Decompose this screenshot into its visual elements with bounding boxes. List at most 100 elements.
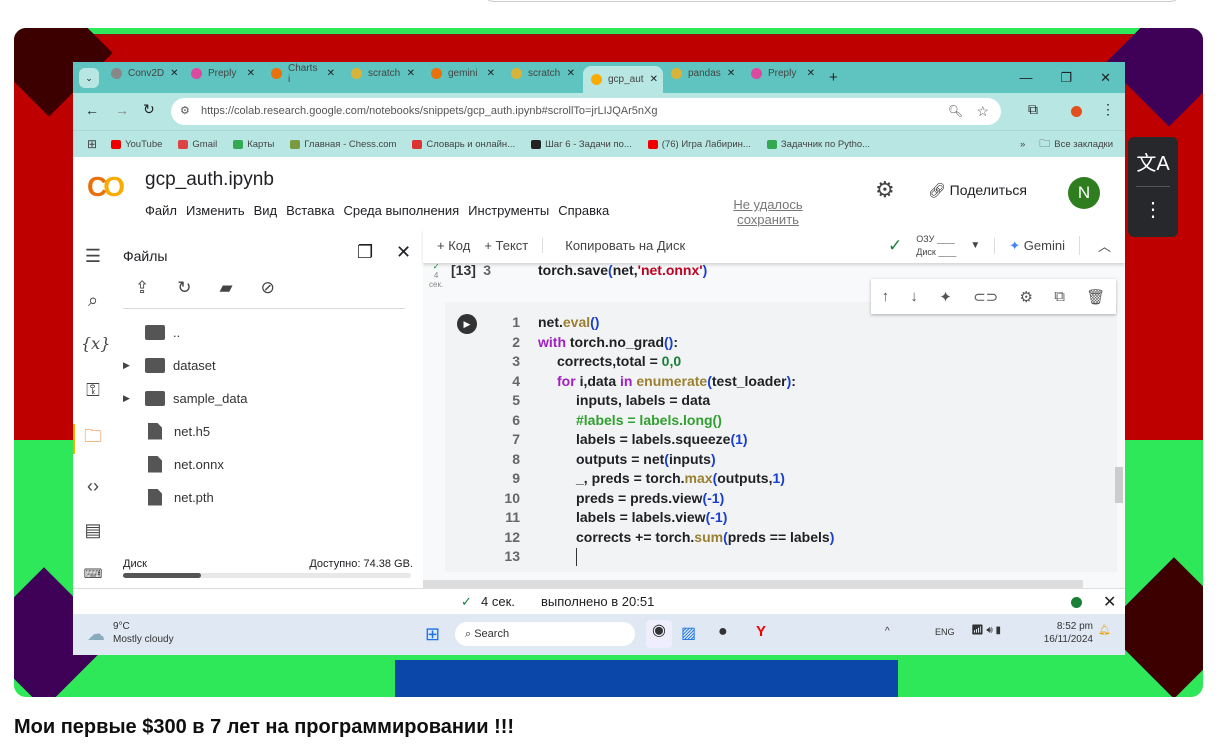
gemini-sparkle-icon[interactable]: ✦ [939, 288, 952, 306]
start-icon[interactable]: ⊞ [425, 624, 440, 645]
avatar[interactable]: N [1068, 177, 1100, 209]
open-window-icon[interactable]: ❐ [357, 242, 373, 263]
bookmark-item[interactable]: Задачник по Pytho... [766, 139, 870, 150]
move-up-icon[interactable]: ↑ [882, 288, 890, 305]
browser-tab[interactable]: Preply ✕ [183, 62, 263, 86]
browser-tab[interactable]: gcp_aut ✕ [583, 65, 663, 94]
delete-icon[interactable]: 🗑︎ [1086, 288, 1105, 306]
toc-icon[interactable]: ☰ [81, 246, 105, 267]
close-panel-icon[interactable]: ✕ [396, 242, 411, 263]
bookmark-star-icon[interactable]: ☆ [976, 98, 989, 125]
language-indicator[interactable]: ENG [935, 627, 955, 637]
code-cell[interactable]: ▶ 1 net.eval() 2 with torch.no_grad(): 3 corr… [445, 302, 1117, 572]
folder-item[interactable]: .. [123, 322, 180, 342]
refresh-icon[interactable]: ↻ [177, 278, 191, 298]
profile-icon[interactable] [1071, 106, 1082, 117]
upload-icon[interactable]: ⇪ [135, 278, 149, 298]
share-button[interactable]: 🔗︎ Поделиться [928, 182, 1027, 199]
tab-close-icon[interactable]: ✕ [650, 74, 658, 85]
folder-item[interactable]: ▶ sample_data [123, 388, 247, 408]
tab-close-icon[interactable]: ✕ [807, 68, 815, 79]
taskbar-search[interactable]: ⌕ Search [455, 622, 635, 646]
forward-icon[interactable]: → [115, 102, 129, 118]
file-item[interactable]: net.h5 [123, 421, 210, 441]
folder-item[interactable]: ▶ dataset [123, 355, 216, 375]
move-down-icon[interactable]: ↓ [910, 288, 918, 305]
browser-tab[interactable]: pandas ✕ [663, 62, 743, 86]
browser-tab[interactable]: Charts i ✕ [263, 62, 343, 86]
add-text-button[interactable]: + Текст [484, 238, 528, 253]
bookmark-item[interactable]: (76) Игра Лабирин... [647, 139, 751, 150]
tray-chevron-icon[interactable]: ^ [885, 626, 890, 637]
clock-date[interactable]: 16/11/2024 [1039, 634, 1093, 645]
horizontal-scrollbar[interactable] [423, 580, 1083, 588]
command-palette-icon[interactable]: ▤ [81, 520, 105, 541]
mirror-cell-icon[interactable]: ⧉ [1054, 288, 1065, 305]
terminal-icon[interactable]: ⌨ [81, 566, 105, 582]
translate-icon[interactable]: 文A [1128, 147, 1178, 176]
hide-files-icon[interactable]: ⊘ [261, 278, 275, 298]
site-settings-icon[interactable]: ⚙ [180, 98, 190, 125]
cell-settings-icon[interactable]: ⚙ [1019, 288, 1032, 306]
variables-icon[interactable]: {x} [81, 334, 110, 353]
settings-gear-icon[interactable]: ⚙ [875, 177, 895, 203]
browser-tab[interactable]: Conv2D ✕ [103, 62, 183, 86]
bookmark-item[interactable]: Словарь и онлайн... [412, 139, 515, 150]
tab-close-icon[interactable]: ✕ [727, 68, 735, 79]
runtime-dropdown-icon[interactable]: ▼ [970, 240, 980, 251]
browser-tab[interactable]: scratch ✕ [343, 62, 423, 86]
close-status-icon[interactable]: ✕ [1103, 592, 1116, 612]
network-volume-icons[interactable]: 📶︎ 🔊︎ ▮ [971, 625, 1001, 636]
menu-item[interactable]: Изменить [186, 203, 245, 218]
resources-indicator[interactable]: ОЗУ ⎽⎽ Диск ⎽⎽ [916, 233, 956, 259]
browser-tab[interactable]: gemini ✕ [423, 62, 503, 86]
scrollbar[interactable] [1115, 467, 1123, 503]
browser-tab[interactable]: scratch ✕ [503, 62, 583, 86]
bookmark-item[interactable]: Gmail [178, 139, 217, 150]
mount-drive-icon[interactable]: ▰ [220, 278, 233, 298]
bookmark-item[interactable]: Главная - Chess.com [290, 139, 396, 150]
reload-icon[interactable]: ↻ [143, 101, 155, 118]
folder-icon[interactable]: 🗀 [73, 424, 111, 454]
gemini-button[interactable]: ✦ Gemini [994, 237, 1065, 254]
close-window-icon[interactable]: ✕ [1100, 70, 1111, 86]
collapse-icon[interactable]: ︿ [1078, 236, 1125, 255]
file-item[interactable]: net.onnx [123, 454, 224, 474]
notebook-title[interactable]: gcp_auth.ipynb [145, 169, 274, 191]
obs-icon[interactable]: ● [718, 623, 728, 641]
search-icon[interactable]: ⌕ [81, 290, 105, 311]
new-tab-button[interactable]: + [829, 69, 838, 86]
all-bookmarks[interactable]: 🗀 Все закладки [1039, 135, 1125, 154]
menu-item[interactable]: Справка [558, 203, 609, 218]
menu-kebab-icon[interactable]: ⋮ [1101, 101, 1115, 118]
menu-item[interactable]: Вид [254, 203, 278, 218]
restore-icon[interactable]: ❐ [1060, 70, 1072, 86]
bookmark-item[interactable]: YouTube [111, 139, 162, 150]
clock-time[interactable]: 8:52 pm [1039, 621, 1093, 632]
tab-close-icon[interactable]: ✕ [170, 68, 178, 79]
chrome-icon[interactable]: ◉ [646, 620, 672, 648]
notification-bell-icon[interactable]: 🔔︎ [1098, 625, 1111, 636]
add-code-button[interactable]: + Код [437, 238, 470, 253]
tab-close-icon[interactable]: ✕ [327, 68, 335, 79]
file-item[interactable]: net.pth [123, 487, 214, 507]
save-status-link[interactable]: Не удалось сохранить [728, 197, 808, 227]
menu-item[interactable]: Инструменты [468, 203, 549, 218]
apps-icon[interactable]: ⊞ [87, 137, 97, 151]
expand-arrow-icon[interactable]: ▶ [123, 360, 145, 371]
tab-close-icon[interactable]: ✕ [487, 68, 495, 79]
bookmark-item[interactable]: Шаг 6 - Задачи по... [531, 139, 632, 150]
tab-close-icon[interactable]: ✕ [247, 68, 255, 79]
tab-search-button[interactable]: ⌄ [79, 67, 99, 88]
back-icon[interactable]: ← [85, 102, 99, 118]
code-snippets-icon[interactable]: ‹› [81, 476, 105, 497]
bookmark-item[interactable]: Карты [233, 139, 274, 150]
minimize-icon[interactable]: — [1019, 70, 1032, 86]
menu-item[interactable]: Вставка [286, 203, 334, 218]
more-bookmarks[interactable]: » [1020, 139, 1025, 150]
menu-item[interactable]: Среда выполнения [343, 203, 459, 218]
tab-close-icon[interactable]: ✕ [567, 68, 575, 79]
photos-icon[interactable]: ▨ [681, 623, 696, 643]
yandex-icon[interactable]: Y [756, 623, 766, 640]
key-icon[interactable]: ⚿ [81, 380, 105, 401]
